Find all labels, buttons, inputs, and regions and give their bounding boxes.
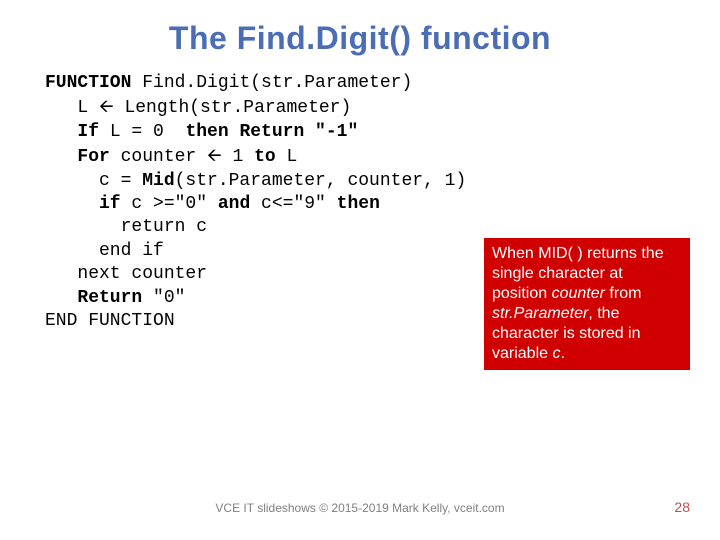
footer-text: VCE IT slideshows © 2015-2019 Mark Kelly… <box>0 501 720 515</box>
kw-and: and <box>218 194 250 214</box>
code-text: c = <box>45 171 142 191</box>
code-text: return c <box>45 217 207 237</box>
callout-text: . <box>560 345 564 362</box>
code-text: 1 <box>222 147 254 167</box>
kw-then-return: then Return "-1" <box>185 122 358 142</box>
kw-if: If <box>45 122 99 142</box>
kw-then: then <box>337 194 380 214</box>
kw-function: FUNCTION <box>45 73 131 93</box>
kw-if: if <box>45 194 121 214</box>
page-number: 28 <box>674 499 690 515</box>
code-text: end if <box>45 241 164 261</box>
arrow-icon: 🡨 <box>99 96 114 116</box>
kw-for: For <box>45 147 110 167</box>
callout-text: from <box>605 285 641 302</box>
kw-to: to <box>254 147 276 167</box>
callout-italic: str.Parameter <box>492 305 588 322</box>
code-text: L <box>45 98 99 118</box>
callout-box: When MID( ) returns the single character… <box>484 238 690 370</box>
code-text: END FUNCTION <box>45 311 175 331</box>
code-text: (str.Parameter, counter, 1) <box>175 171 467 191</box>
page-title: The Find.Digit() function <box>0 0 720 72</box>
code-text: next counter <box>45 264 207 284</box>
code-text: counter <box>110 147 207 167</box>
code-text: c >="0" <box>121 194 218 214</box>
code-text: Length(str.Parameter) <box>114 98 352 118</box>
code-text: "0" <box>142 288 185 308</box>
callout-italic: counter <box>552 285 605 302</box>
code-text: L <box>276 147 298 167</box>
kw-return: Return <box>45 288 142 308</box>
code-text: Find.Digit(str.Parameter) <box>131 73 412 93</box>
code-text: L = 0 <box>99 122 185 142</box>
code-text: c<="9" <box>250 194 336 214</box>
arrow-icon: 🡨 <box>207 145 222 165</box>
kw-mid: Mid <box>142 171 174 191</box>
